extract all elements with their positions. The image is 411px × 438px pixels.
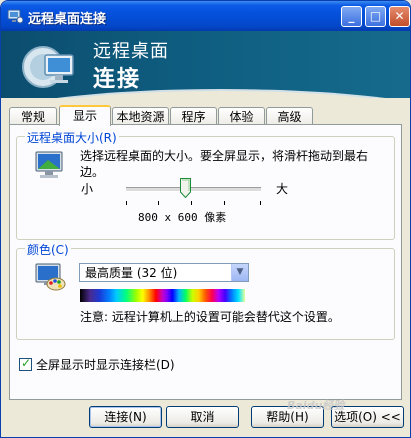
slider-max-label: 大 (276, 182, 289, 196)
resolution-slider-thumb[interactable] (180, 178, 191, 198)
chevron-down-icon[interactable]: ▼ (231, 264, 248, 281)
colors-group-title: 颜色(C) (25, 241, 71, 258)
banner-title-line2: 连接 (93, 67, 142, 92)
slider-tick (191, 201, 192, 205)
tab-advanced[interactable]: 高级 (266, 107, 313, 125)
connect-button[interactable]: 连接(N) (89, 406, 162, 428)
minimize-button[interactable]: _ (341, 6, 362, 27)
checkmark-icon: ✓ (21, 356, 32, 370)
tab-local-resources[interactable]: 本地资源 (112, 107, 169, 125)
close-button[interactable]: ✕ (389, 6, 410, 27)
window-title: 远程桌面连接 (28, 12, 107, 27)
desktop-size-description: 选择远程桌面的大小。要全屏显示，将滑杆拖动到最右边。 (80, 149, 369, 179)
slider-tick (224, 201, 225, 205)
tab-experience[interactable]: 体验 (218, 107, 265, 125)
banner-title-line1: 远程桌面 (93, 41, 169, 62)
resolution-slider-track[interactable] (126, 187, 261, 192)
slider-tick (158, 201, 159, 205)
desktop-size-group-title: 远程桌面大小(R) (25, 129, 119, 146)
color-depth-select[interactable]: 最高质量 (32 位) ▼ (79, 263, 249, 282)
remote-desktop-icon (7, 9, 23, 24)
slider-min-label: 小 (81, 182, 94, 196)
slider-tick (260, 201, 261, 205)
color-spectrum-preview (80, 289, 245, 302)
slider-tick (126, 201, 127, 205)
tab-programs[interactable]: 程序 (170, 107, 217, 125)
fullscreen-bar-checkbox[interactable]: ✓ (19, 356, 32, 371)
title-bar[interactable]: 远程桌面连接 _ □ ✕ (1, 1, 410, 31)
watermark-text: Baidu经验 (287, 399, 345, 412)
color-palette-icon (35, 263, 66, 291)
color-note: 注意: 远程计算机上的设置可能会替代这个设置。 (80, 310, 340, 324)
maximize-button[interactable]: □ (365, 6, 386, 27)
tab-general[interactable]: 常规 (9, 107, 57, 125)
header-banner: 远程桌面 连接 (1, 31, 410, 98)
fullscreen-bar-label[interactable]: 全屏显示时显示连接栏(D) (36, 357, 175, 373)
resolution-readout: 800 x 600 像素 (138, 211, 227, 224)
tab-display[interactable]: 显示 (59, 105, 111, 126)
cancel-button[interactable]: 取消 (166, 406, 239, 428)
remote-desktop-logo-icon (22, 46, 74, 88)
color-depth-value: 最高质量 (32 位) (85, 266, 178, 280)
remote-desktop-window: 远程桌面连接 _ □ ✕ 远程桌面 连接 常规 显示 本地资源 程序 体验 高级… (0, 0, 411, 438)
monitor-icon (35, 151, 63, 178)
